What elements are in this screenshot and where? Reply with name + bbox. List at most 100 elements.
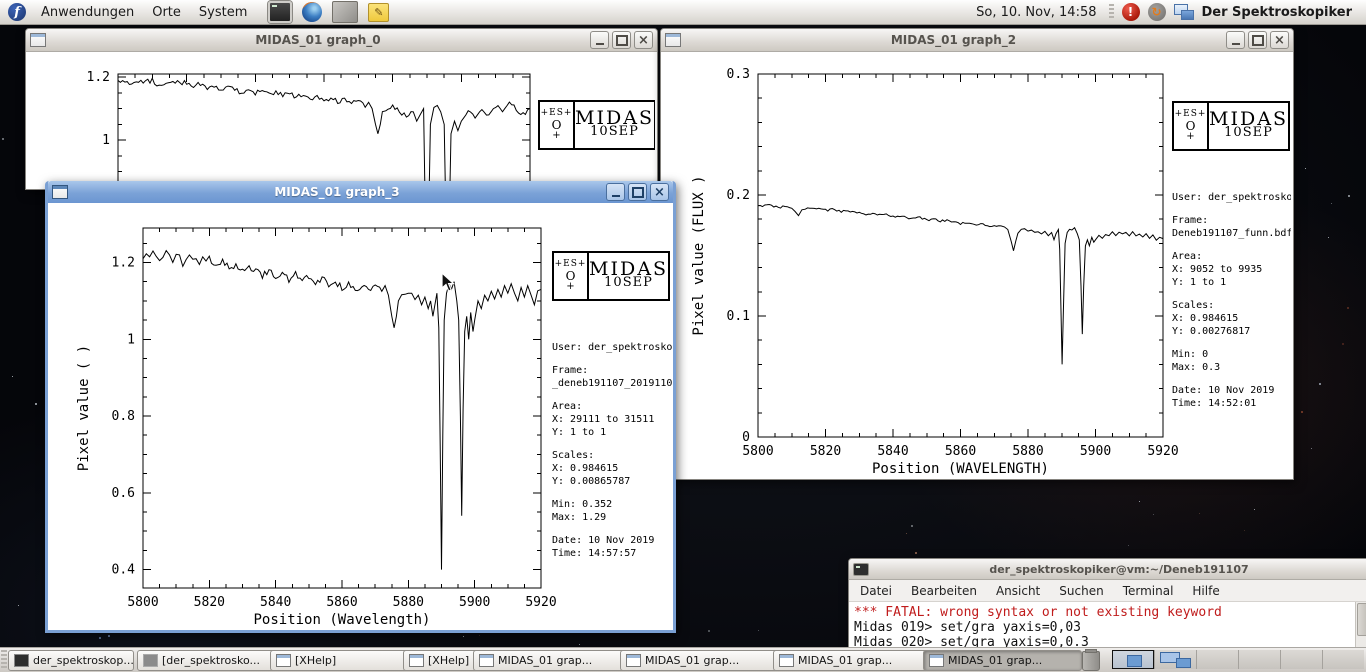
- taskbar-button-1[interactable]: [der_spektrosko...: [137, 650, 279, 671]
- screenshot-launcher-icon[interactable]: [332, 1, 358, 23]
- terminal-menu-bearbeiten[interactable]: Bearbeiten: [911, 584, 977, 598]
- info-line: Scales:: [1172, 299, 1291, 312]
- terminal-line: Midas 019> set/gra yaxis=0,03: [854, 620, 1366, 635]
- svg-text:0.2: 0.2: [727, 188, 750, 203]
- close-button[interactable]: ×: [634, 31, 653, 49]
- alert-status-icon[interactable]: !: [1122, 3, 1140, 21]
- window-menu-icon[interactable]: [30, 33, 46, 47]
- svg-text:5860: 5860: [326, 595, 357, 610]
- svg-text:0.3: 0.3: [727, 67, 750, 82]
- info-line: Area:: [1172, 250, 1291, 263]
- taskbar-button-6[interactable]: MIDAS_01 grap...: [773, 650, 932, 671]
- midas-eso-logo: +ES+ O + MIDAS 10SEP: [1172, 101, 1290, 151]
- update-status-icon[interactable]: ↻: [1148, 3, 1166, 21]
- workspace-switcher: [1112, 650, 1364, 669]
- panel-menu-system[interactable]: System: [190, 0, 256, 24]
- terminal-menu-hilfe[interactable]: Hilfe: [1192, 584, 1219, 598]
- info-line: _deneb191107_20191107: [552, 377, 673, 390]
- minimize-button[interactable]: [1226, 31, 1245, 49]
- svg-text:Position (WAVELENGTH): Position (WAVELENGTH): [872, 461, 1049, 477]
- taskbar-button-label: MIDAS_01 grap...: [798, 654, 892, 667]
- panel-menu-orte[interactable]: Orte: [143, 0, 190, 24]
- user-menu[interactable]: Der Spektroskopiker: [1202, 5, 1356, 20]
- svg-text:Position (Wavelength): Position (Wavelength): [253, 612, 430, 627]
- svg-text:5820: 5820: [810, 444, 841, 459]
- taskbar-button-label: [XHelp]: [295, 654, 336, 667]
- workspace-cell-1[interactable]: [1112, 650, 1154, 669]
- terminal-menu-datei[interactable]: Datei: [860, 584, 892, 598]
- terminal-menu-terminal[interactable]: Terminal: [1123, 584, 1174, 598]
- taskbar-button-7[interactable]: MIDAS_01 grap...: [923, 650, 1082, 671]
- info-line: User: der_spektroskopiker: [1172, 191, 1291, 204]
- window-icon: [276, 654, 291, 667]
- info-line: Y: 0.00276817: [1172, 325, 1291, 338]
- svg-text:5800: 5800: [127, 595, 158, 610]
- firefox-launcher-icon[interactable]: [302, 2, 322, 22]
- terminal-icon: [14, 654, 29, 667]
- terminal-launcher-icon[interactable]: [268, 1, 292, 23]
- taskbar-handle[interactable]: [1, 650, 7, 670]
- workspace-cell-5[interactable]: [1280, 650, 1322, 669]
- maximize-button[interactable]: [628, 183, 647, 201]
- window-midas-graph-2[interactable]: MIDAS_01 graph_2 × 0.30.20.1058005820584…: [660, 28, 1294, 480]
- window-terminal[interactable]: der_spektroskopiker@vm:~/Deneb191107 Dat…: [848, 558, 1366, 652]
- panel-menu-anwendungen[interactable]: Anwendungen: [32, 0, 143, 24]
- minimize-button[interactable]: [606, 183, 625, 201]
- midas-eso-logo: +ES+ O + MIDAS 10SEP: [552, 251, 670, 301]
- terminal-menu-suchen[interactable]: Suchen: [1059, 584, 1103, 598]
- clock[interactable]: So, 10. Nov, 14:58: [972, 5, 1100, 20]
- workspace-cell-6[interactable]: [1322, 650, 1364, 669]
- svg-text:5900: 5900: [459, 595, 490, 610]
- info-line: User: der_spektroskopiker: [552, 341, 673, 354]
- window-menu-icon[interactable]: [52, 185, 68, 199]
- network-status-icon[interactable]: [1174, 4, 1194, 20]
- window-title: MIDAS_01 graph_3: [72, 185, 602, 199]
- taskbar-button-0[interactable]: der_spektroskop...: [8, 650, 134, 671]
- titlebar-terminal[interactable]: der_spektroskopiker@vm:~/Deneb191107: [849, 559, 1366, 580]
- taskbar-button-label: [der_spektrosko...: [162, 654, 260, 667]
- info-line: Deneb191107_funn.bdf: [1172, 227, 1291, 240]
- info-line: Area:: [552, 400, 673, 413]
- taskbar-button-5[interactable]: MIDAS_01 grap...: [620, 650, 782, 671]
- maximize-button[interactable]: [612, 31, 631, 49]
- info-line: Scales:: [552, 449, 673, 462]
- plot-info-panel: User: der_spektroskopiker Frame:Deneb1911…: [1172, 191, 1291, 410]
- svg-text:5880: 5880: [393, 595, 424, 610]
- window-midas-graph-3[interactable]: MIDAS_01 graph_3 × 1.210.80.60.458005820…: [45, 181, 676, 633]
- titlebar-graph-3[interactable]: MIDAS_01 graph_3 ×: [48, 181, 673, 203]
- info-line: Max: 0.3: [1172, 361, 1291, 374]
- titlebar-graph-0[interactable]: MIDAS_01 graph_0 ×: [26, 29, 657, 52]
- titlebar-graph-2[interactable]: MIDAS_01 graph_2 ×: [661, 29, 1293, 52]
- info-line: Frame:: [1172, 214, 1291, 227]
- info-line: Y: 1 to 1: [552, 426, 673, 439]
- terminal-icon: [853, 563, 869, 576]
- workspace-cell-3[interactable]: [1196, 650, 1238, 669]
- fedora-menu-icon[interactable]: f: [8, 3, 26, 21]
- notes-launcher-icon[interactable]: ✎: [368, 3, 389, 22]
- workspace-cell-2[interactable]: [1154, 650, 1196, 669]
- close-button[interactable]: ×: [1270, 31, 1289, 49]
- svg-text:5840: 5840: [260, 595, 291, 610]
- minimize-button[interactable]: [590, 31, 609, 49]
- window-title: der_spektroskopiker@vm:~/Deneb191107: [873, 563, 1365, 576]
- applet-handle[interactable]: [1109, 4, 1114, 20]
- workspace-cell-4[interactable]: [1238, 650, 1280, 669]
- maximize-button[interactable]: [1248, 31, 1267, 49]
- info-line: Min: 0: [1172, 348, 1291, 361]
- window-icon: [779, 654, 794, 667]
- close-button[interactable]: ×: [650, 183, 669, 201]
- window-icon: [409, 654, 424, 667]
- terminal-menu-ansicht[interactable]: Ansicht: [996, 584, 1040, 598]
- taskbar-button-label: MIDAS_01 grap...: [948, 654, 1042, 667]
- trash-icon[interactable]: [1082, 651, 1100, 671]
- taskbar: der_spektroskop... [der_spektrosko... [XHe…: [0, 647, 1366, 672]
- midas-eso-logo: +ES+ O + MIDAS 10SEP: [538, 100, 655, 150]
- window-menu-icon[interactable]: [665, 33, 681, 47]
- info-line: Max: 1.29: [552, 511, 673, 524]
- taskbar-button-2[interactable]: [XHelp]: [270, 650, 412, 671]
- window-midas-graph-0[interactable]: MIDAS_01 graph_0 × 1.210.80.60.40.20 +ES…: [25, 28, 658, 190]
- info-line: X: 0.984615: [552, 462, 673, 475]
- taskbar-button-label: der_spektroskop...: [33, 654, 134, 667]
- taskbar-button-4[interactable]: MIDAS_01 grap...: [473, 650, 629, 671]
- info-line: Min: 0.352: [552, 498, 673, 511]
